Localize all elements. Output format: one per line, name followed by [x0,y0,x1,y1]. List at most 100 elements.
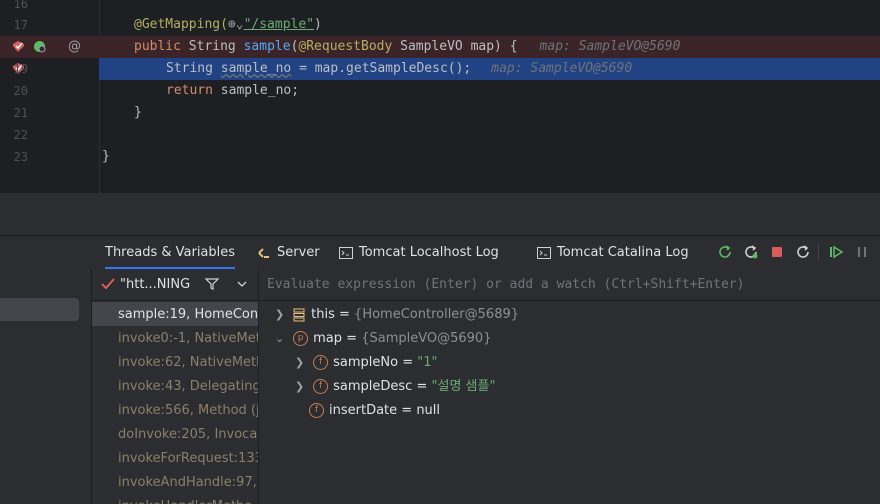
stack-frame[interactable]: invokeAndHandle:97, S [118,471,258,495]
annotation: @RequestBody [298,39,393,54]
chevron-right-icon[interactable]: ❯ [275,303,289,327]
stack-frame[interactable]: invoke0:-1, NativeMeth [118,327,258,351]
variable-value: "1" [417,355,438,370]
check-icon [101,278,115,290]
variable-name: sample_no [220,61,292,76]
toolbar-divider [818,244,819,260]
editor-bottom-area [0,193,880,236]
stop-icon[interactable] [769,244,785,260]
code-line-23[interactable]: 23 } [0,146,880,168]
debug-step-icon[interactable] [33,40,46,53]
server-icon [258,247,269,258]
variable-row-sampleDesc[interactable]: ❯ f sampleDesc = "설명 샘플" [295,375,495,399]
list-icon [293,308,305,321]
tab-label: Tomcat Catalina Log [557,245,689,260]
rerun-icon[interactable] [717,244,733,260]
variable-value: "설명 샘플" [431,379,496,394]
code-line-19[interactable]: String sample_no = map.getSampleDesc(); m… [0,58,880,80]
filter-icon[interactable] [205,277,219,291]
variable-row-insertDate[interactable]: f insertDate = null [309,399,440,423]
variable-value: {SampleVO@5690} [361,331,492,346]
method-breakpoint-icon[interactable] [12,40,25,53]
tab-server[interactable]: Server [257,236,320,269]
chevron-down-icon[interactable] [237,280,247,288]
equals: = [334,307,355,322]
variable-name: this [311,307,335,322]
code-line-22[interactable]: 22 [0,124,880,146]
line-number: 23 [13,150,28,164]
field-icon: f [313,355,329,370]
variable-row-this[interactable]: ❯ this = {HomeController@5689} [275,303,519,327]
code-text: sample_no; [220,83,300,98]
line-number: 17 [13,18,28,32]
keyword: return [166,83,221,98]
stack-frame[interactable]: invoke:62, NativeMeth [118,351,258,375]
code-text: = map.getSampleDesc(); [291,61,472,76]
tab-tomcat-localhost-log[interactable]: Tomcat Localhost Log [339,236,499,269]
chevron-down-icon[interactable]: ⌄ [275,327,289,351]
line-number: 16 [13,0,28,11]
line-number: 22 [13,128,28,142]
left-strip-selection [0,298,79,321]
stack-frame[interactable]: sample:19, HomeContr [118,303,258,327]
mapping-path-link[interactable]: "/sample" [244,17,314,32]
tab-tomcat-catalina-log[interactable]: Tomcat Catalina Log [537,236,689,269]
line-number: 20 [13,84,28,98]
chevron-right-icon[interactable]: ❯ [295,351,309,375]
tab-label: Tomcat Localhost Log [359,245,499,260]
code-editor[interactable]: 16 17 @GetMapping(⊕⌄"/sample") @ public … [0,0,880,193]
equals: = [342,331,362,346]
restart-icon[interactable] [743,244,759,260]
inline-debug-hint: map: SampleVO@5690 [491,61,633,76]
refresh-icon[interactable] [795,244,811,260]
variable-name: sampleNo [333,355,399,370]
variable-row-sampleNo[interactable]: ❯ f sampleNo = "1" [295,351,438,375]
frames-panel: "htt...NING sample:19, HomeContr invoke0… [92,269,259,504]
paren: ) [314,17,322,32]
line-number: 19 [13,62,28,76]
stack-frame[interactable]: invokeForRequest:133 [118,447,258,471]
stack-frame[interactable]: doInvoke:205, Invocab [118,423,258,447]
keyword: public [134,39,189,54]
thread-name: "htt...NING [120,277,191,292]
code-text: } [102,149,110,164]
pause-icon[interactable] [854,244,870,260]
variable-name: insertDate [329,403,398,418]
stack-frame[interactable]: invokeHandlerMetho [118,495,252,504]
evaluate-expression-input[interactable]: Evaluate expression (Enter) or add a wat… [259,269,880,301]
tab-label: Server [277,245,320,260]
code-line-20[interactable]: 20 return sample_no; [0,80,880,102]
variable-row-map[interactable]: ⌄ p map = {SampleVO@5690} [275,327,491,351]
resume-icon[interactable] [828,244,844,260]
tab-threads-variables[interactable]: Threads & Variables [105,236,236,269]
thread-selector[interactable]: "htt...NING [92,269,258,301]
stack-frame[interactable]: invoke:566, Method (ja [118,399,258,423]
variable-value: null [416,403,441,418]
tab-label: Threads & Variables [105,245,236,260]
code-line-17[interactable]: 17 @GetMapping(⊕⌄"/sample") [0,14,880,36]
code-line-16[interactable]: 16 [0,0,880,15]
line-number: 21 [13,106,28,120]
type-name: String [166,61,221,76]
code-text: SampleVO map) { [392,39,518,54]
method-name: sample [243,39,291,54]
chevron-right-icon[interactable]: ❯ [295,375,309,399]
p-icon: p [293,331,309,346]
variables-panel: Evaluate expression (Enter) or add a wat… [259,269,880,504]
equals: = [412,379,432,394]
variable-value: {HomeController@5689} [354,307,520,322]
code-line-21[interactable]: 21 } [0,102,880,124]
stack-frame[interactable]: invoke:43, DelegatingN [118,375,258,399]
code-text: } [134,105,142,120]
variable-name: map [313,331,343,346]
code-line-18[interactable]: @ public String sample(@RequestBody Samp… [0,36,880,58]
console-icon [537,246,551,259]
debug-tabs: Threads & Variables Server Tomcat Localh… [92,236,880,270]
console-icon [339,246,353,259]
inline-debug-hint: map: SampleVO@5690 [539,39,681,54]
at-icon[interactable]: @ [68,36,81,58]
globe-icon[interactable]: ⊕⌄ [228,17,244,32]
annotation: @GetMapping( [134,17,228,32]
field-icon: f [313,379,329,394]
equals: = [398,355,418,370]
